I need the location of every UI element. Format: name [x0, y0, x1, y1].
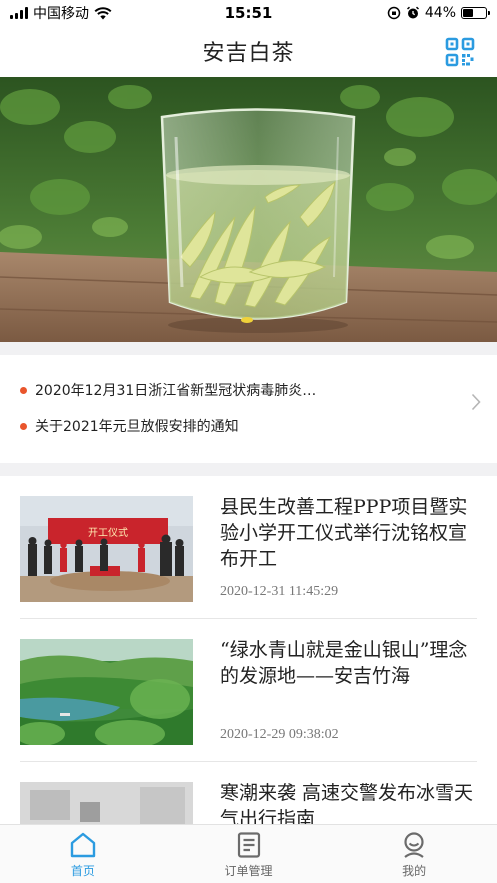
- banner-image[interactable]: [0, 77, 497, 342]
- tab-home[interactable]: 首页: [0, 825, 166, 883]
- bullet-dot-icon: [20, 422, 27, 430]
- news-date: 2020-12-31 11:45:29: [220, 584, 339, 599]
- carrier-label: 中国移动: [33, 6, 89, 22]
- notice-panel[interactable]: 2020年12月31日浙江省新型冠状病毒肺炎… 关于2021年元旦放假安排的通知: [0, 355, 497, 463]
- status-bar: 中国移动 15:51 44%: [0, 0, 497, 26]
- notice-item[interactable]: 2020年12月31日浙江省新型冠状病毒肺炎…: [20, 380, 316, 400]
- alarm-icon: [406, 6, 419, 19]
- tab-orders[interactable]: 订单管理: [166, 825, 332, 883]
- profile-icon: [404, 832, 424, 858]
- page-title: 安吉白茶: [202, 41, 295, 66]
- rotation-lock-icon: [387, 6, 401, 20]
- news-title: 县民生改善工程PPP项目暨实验小学开工仪式举行沈铭权宣布开工: [220, 496, 468, 570]
- notice-item[interactable]: 关于2021年元旦放假安排的通知: [20, 416, 239, 436]
- tea-glass-illustration: [0, 77, 497, 342]
- qr-code-icon[interactable]: [445, 37, 475, 67]
- notice-text: 关于2021年元旦放假安排的通知: [35, 419, 239, 435]
- chevron-right-icon[interactable]: [471, 393, 481, 411]
- signal-icon: [10, 7, 28, 19]
- wifi-icon: [94, 6, 112, 19]
- news-title: “绿水青山就是金山银山”理念的发源地——安吉竹海: [220, 639, 468, 687]
- battery-percent: 44%: [424, 5, 456, 21]
- battery-icon: [461, 7, 490, 19]
- section-divider: [0, 342, 497, 355]
- tab-bar: 首页 订单管理 我的: [0, 824, 497, 883]
- order-list-icon: [237, 832, 260, 858]
- news-item[interactable]: “绿水青山就是金山银山”理念的发源地——安吉竹海 2020-12-29 09:3…: [20, 619, 477, 762]
- tab-label: 首页: [70, 864, 95, 878]
- tab-label: 订单管理: [224, 864, 273, 878]
- news-item[interactable]: 开工仪式 县民生改善工程PPP项目暨实验小学开工仪式举行沈铭权宣布开工 2020…: [20, 476, 477, 619]
- app-header: 安吉白茶: [0, 26, 497, 76]
- home-icon: [70, 832, 96, 858]
- bullet-dot-icon: [20, 386, 27, 394]
- news-thumbnail: 开工仪式: [20, 496, 193, 602]
- section-divider: [0, 463, 497, 476]
- news-thumbnail: [20, 639, 193, 745]
- notice-text: 2020年12月31日浙江省新型冠状病毒肺炎…: [35, 383, 317, 399]
- tab-profile[interactable]: 我的: [331, 825, 497, 883]
- thumb-banner-text: 开工仪式: [88, 526, 128, 539]
- news-date: 2020-12-29 09:38:02: [220, 727, 339, 742]
- tab-label: 我的: [402, 864, 427, 878]
